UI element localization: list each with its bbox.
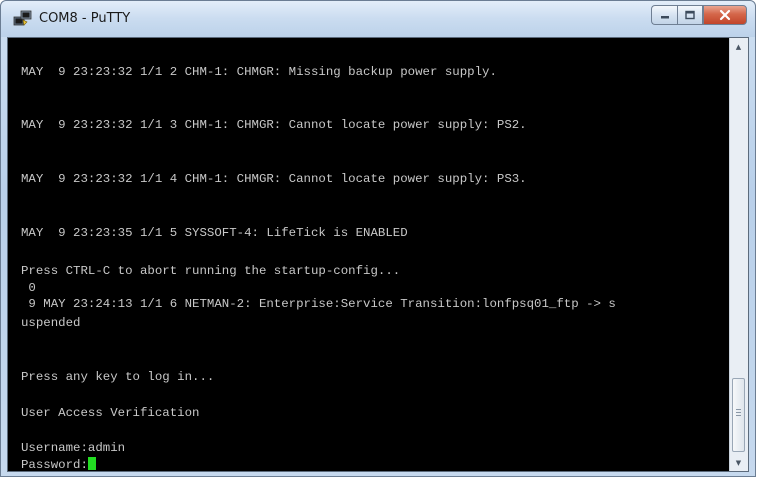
terminal-line: uspended [21,316,81,330]
vertical-scrollbar[interactable]: ▲ ▼ [729,38,748,471]
terminal-screen[interactable]: MAY 9 23:23:32 1/1 2 CHM-1: CHMGR: Missi… [8,38,730,473]
terminal-line: User Access Verification [21,406,200,420]
minimize-button[interactable] [651,5,677,25]
terminal-line: MAY 9 23:23:35 1/1 5 SYSSOFT-4: LifeTick… [21,226,408,240]
password-prompt-line: Password: [21,457,96,473]
scrollbar-thumb[interactable] [732,378,745,452]
window-title: COM8 - PuTTY [39,11,131,26]
scrollbar-grip-icon [736,409,741,418]
terminal-line: MAY 9 23:23:32 1/1 4 CHM-1: CHMGR: Canno… [21,172,527,186]
text-cursor [87,457,96,470]
putty-window: COM8 - PuTTY MAY 9 23:23:32 1/1 2 CHM-1:… [0,0,756,477]
terminal-line: MAY 9 23:23:32 1/1 3 CHM-1: CHMGR: Canno… [21,118,527,132]
scroll-down-arrow-icon[interactable]: ▼ [730,454,747,471]
terminal-line: 9 MAY 23:24:13 1/1 6 NETMAN-2: Enterpris… [21,297,616,311]
maximize-button[interactable] [677,5,703,25]
terminal-line: Username:admin [21,441,126,455]
close-icon [719,9,731,21]
maximize-icon [685,10,695,20]
window-controls [651,5,747,25]
putty-app-icon[interactable] [13,10,33,28]
terminal-frame: MAY 9 23:23:32 1/1 2 CHM-1: CHMGR: Missi… [7,37,749,472]
terminal-line: Press CTRL-C to abort running the startu… [21,264,401,278]
password-prompt: Password: [21,458,88,472]
terminal-line: 0 [21,281,36,295]
minimize-icon [660,16,669,19]
terminal-line: Press any key to log in... [21,370,215,384]
close-button[interactable] [703,5,747,25]
scroll-up-arrow-icon[interactable]: ▲ [730,38,747,55]
terminal-line: MAY 9 23:23:32 1/1 2 CHM-1: CHMGR: Missi… [21,65,497,79]
title-bar[interactable]: COM8 - PuTTY [1,1,755,37]
